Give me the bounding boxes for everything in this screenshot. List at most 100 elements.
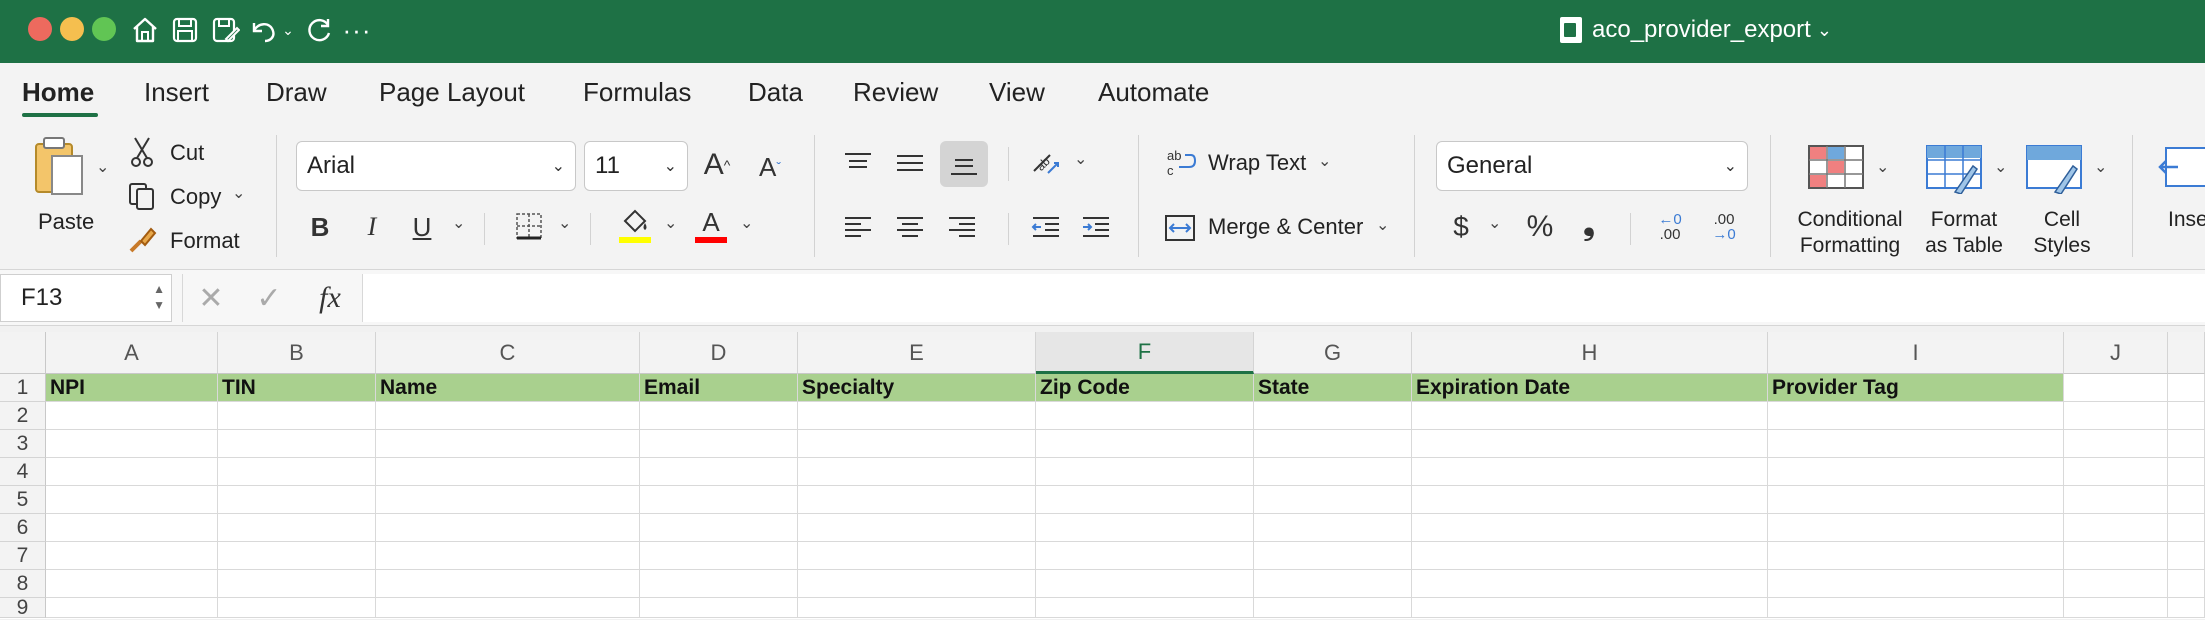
copy-dropdown-chevron-icon[interactable]: ⌄: [232, 183, 245, 203]
cell-g5[interactable]: [1254, 486, 1412, 514]
confirm-entry-icon[interactable]: ✓: [252, 280, 286, 316]
cell-b1[interactable]: TIN: [218, 374, 376, 402]
cell-styles-icon[interactable]: [2024, 143, 2084, 195]
currency-dropdown-chevron-icon[interactable]: ⌄: [1488, 213, 1501, 233]
row-header-6[interactable]: 6: [0, 514, 46, 542]
cell-c9[interactable]: [376, 598, 640, 618]
cut-icon[interactable]: [128, 135, 156, 169]
row-header-9[interactable]: 9: [0, 596, 46, 619]
cell-g3[interactable]: [1254, 430, 1412, 458]
cell-h5[interactable]: [1412, 486, 1768, 514]
cell-e9[interactable]: [798, 598, 1036, 618]
cell-c7[interactable]: [376, 542, 640, 570]
align-top-icon[interactable]: [840, 143, 876, 183]
cell-a1[interactable]: NPI: [46, 374, 218, 402]
italic-button[interactable]: I: [358, 207, 386, 247]
cell-d6[interactable]: [640, 514, 798, 542]
cell-d2[interactable]: [640, 402, 798, 430]
cell-styles-dropdown-chevron-icon[interactable]: ⌄: [2094, 157, 2107, 177]
cell-a6[interactable]: [46, 514, 218, 542]
align-bottom-icon[interactable]: [944, 143, 984, 187]
cell-h9[interactable]: [1412, 598, 1768, 618]
undo-icon[interactable]: [248, 12, 278, 48]
cell-a3[interactable]: [46, 430, 218, 458]
name-box[interactable]: F13 ▲ ▼: [0, 274, 172, 322]
bold-button[interactable]: B: [306, 207, 334, 247]
document-title[interactable]: aco_provider_export ⌄: [1560, 12, 1832, 48]
cell-e8[interactable]: [798, 570, 1036, 598]
font-color-dropdown-chevron-icon[interactable]: ⌄: [740, 213, 753, 233]
cut-label[interactable]: Cut: [170, 140, 204, 166]
cell-g9[interactable]: [1254, 598, 1412, 618]
increase-font-size-icon[interactable]: A ^: [698, 143, 736, 187]
cell-d7[interactable]: [640, 542, 798, 570]
cell-b3[interactable]: [218, 430, 376, 458]
cell-d1[interactable]: Email: [640, 374, 798, 402]
cell-f7[interactable]: [1036, 542, 1254, 570]
cell-j7[interactable]: [2064, 542, 2168, 570]
merge-center-label[interactable]: Merge & Center: [1208, 214, 1363, 240]
row-header-7[interactable]: 7: [0, 542, 46, 570]
cell-i1[interactable]: Provider Tag: [1768, 374, 2064, 402]
cell-i3[interactable]: [1768, 430, 2064, 458]
merge-center-icon[interactable]: [1162, 211, 1198, 245]
cell-e5[interactable]: [798, 486, 1036, 514]
font-name-select[interactable]: Arial ⌄: [296, 141, 576, 191]
number-format-select[interactable]: General ⌄: [1436, 141, 1748, 191]
format-as-table-dropdown-chevron-icon[interactable]: ⌄: [1994, 157, 2007, 177]
home-icon[interactable]: [128, 12, 162, 48]
merge-center-dropdown-chevron-icon[interactable]: ⌄: [1376, 215, 1389, 235]
borders-dropdown-chevron-icon[interactable]: ⌄: [558, 213, 571, 233]
cell-f4[interactable]: [1036, 458, 1254, 486]
close-window-button[interactable]: [28, 17, 52, 41]
cell-c4[interactable]: [376, 458, 640, 486]
cell-c1[interactable]: Name: [376, 374, 640, 402]
increase-indent-icon[interactable]: [1078, 209, 1114, 245]
cell-b6[interactable]: [218, 514, 376, 542]
cell-i9[interactable]: [1768, 598, 2064, 618]
cell-i4[interactable]: [1768, 458, 2064, 486]
cell-c6[interactable]: [376, 514, 640, 542]
cell-h8[interactable]: [1412, 570, 1768, 598]
format-painter-icon[interactable]: [126, 224, 158, 256]
cell-h1[interactable]: Expiration Date: [1412, 374, 1768, 402]
cell-j2[interactable]: [2064, 402, 2168, 430]
wrap-text-icon[interactable]: ab c: [1164, 145, 1198, 181]
cell-c5[interactable]: [376, 486, 640, 514]
format-painter-label[interactable]: Format: [170, 228, 240, 254]
tab-review[interactable]: Review: [853, 77, 938, 108]
fill-color-dropdown-chevron-icon[interactable]: ⌄: [664, 213, 677, 233]
minimize-window-button[interactable]: [60, 17, 84, 41]
row-header-5[interactable]: 5: [0, 486, 46, 514]
font-color-icon[interactable]: A: [692, 207, 730, 245]
select-all-corner[interactable]: [0, 332, 46, 374]
save-icon[interactable]: [168, 12, 202, 48]
insert-cells-label[interactable]: Inse: [2168, 207, 2205, 233]
cell-a5[interactable]: [46, 486, 218, 514]
cell-f3[interactable]: [1036, 430, 1254, 458]
column-header-c[interactable]: C: [376, 332, 640, 374]
cell-b4[interactable]: [218, 458, 376, 486]
cell-i7[interactable]: [1768, 542, 2064, 570]
column-header-a[interactable]: A: [46, 332, 218, 374]
tab-formulas[interactable]: Formulas: [583, 77, 691, 108]
decrease-font-size-icon[interactable]: Aˇ: [752, 147, 788, 187]
borders-icon[interactable]: [512, 209, 546, 243]
cell-h2[interactable]: [1412, 402, 1768, 430]
tab-automate[interactable]: Automate: [1098, 77, 1209, 108]
paste-dropdown-chevron-icon[interactable]: ⌄: [96, 157, 109, 177]
cell-e1[interactable]: Specialty: [798, 374, 1036, 402]
cell-i6[interactable]: [1768, 514, 2064, 542]
text-orientation-icon[interactable]: ab: [1028, 143, 1064, 183]
cell-g8[interactable]: [1254, 570, 1412, 598]
tab-data[interactable]: Data: [748, 77, 803, 108]
cell-c8[interactable]: [376, 570, 640, 598]
cell-a7[interactable]: [46, 542, 218, 570]
row-header-1[interactable]: 1: [0, 374, 46, 402]
cell-e4[interactable]: [798, 458, 1036, 486]
cell-d4[interactable]: [640, 458, 798, 486]
cell-i8[interactable]: [1768, 570, 2064, 598]
cell-d8[interactable]: [640, 570, 798, 598]
cell-a8[interactable]: [46, 570, 218, 598]
cell-e6[interactable]: [798, 514, 1036, 542]
